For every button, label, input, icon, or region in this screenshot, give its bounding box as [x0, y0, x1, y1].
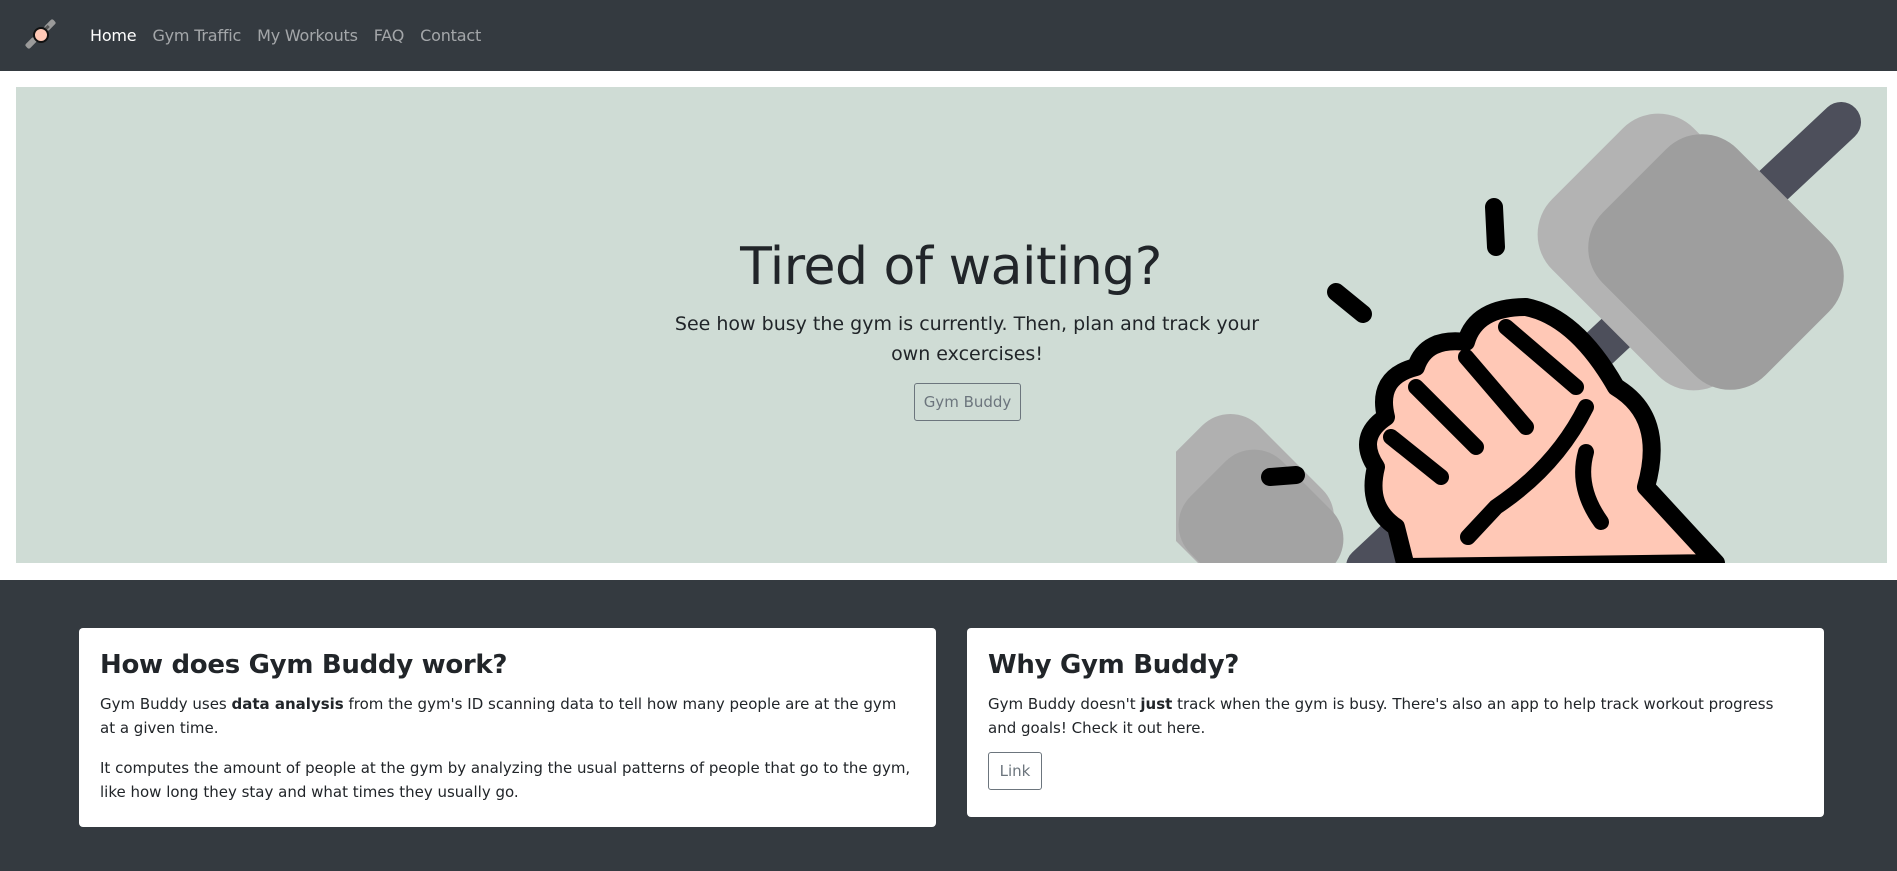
hero-lead: See how busy the gym is currently. Then,… [674, 313, 1260, 365]
how-it-works-card: How does Gym Buddy work? Gym Buddy uses … [79, 628, 936, 827]
why-p1-text-a: Gym Buddy doesn't [988, 695, 1141, 713]
gym-fist-dumbbell-logo-icon [25, 19, 56, 49]
fist-holding-dumbbell-icon [1176, 102, 1861, 563]
hero-band: Tired of waiting? See how busy the gym i… [0, 71, 1897, 580]
how-card-paragraph-2: It computes the amount of people at the … [100, 759, 911, 801]
hero-title: Tired of waiting? [740, 237, 1162, 297]
how-p1-bold: data analysis [231, 695, 344, 713]
how-p1-text-a: Gym Buddy uses [100, 695, 232, 713]
link-button[interactable]: Link [988, 752, 1042, 790]
why-card-title: Why Gym Buddy? [988, 650, 1240, 680]
how-card-paragraph-1: Gym Buddy uses data analysis from the gy… [100, 692, 916, 740]
why-p1-bold: just [1140, 695, 1173, 713]
nav-home[interactable]: Home [90, 26, 137, 45]
hero-jumbotron: Tired of waiting? See how busy the gym i… [16, 87, 1887, 563]
nav-faq[interactable]: FAQ [374, 26, 405, 45]
why-card-paragraph: Gym Buddy doesn't just track when the gy… [988, 692, 1804, 740]
nav-my-workouts[interactable]: My Workouts [257, 26, 358, 45]
nav-links: Home Gym Traffic My Workouts FAQ Contact [90, 0, 497, 71]
gym-buddy-button[interactable]: Gym Buddy [914, 383, 1021, 421]
why-gym-buddy-card: Why Gym Buddy? Gym Buddy doesn't just tr… [967, 628, 1824, 817]
nav-contact[interactable]: Contact [420, 26, 481, 45]
navbar: Home Gym Traffic My Workouts FAQ Contact [0, 0, 1897, 71]
brand-logo[interactable] [25, 17, 59, 51]
how-card-title: How does Gym Buddy work? [100, 650, 508, 680]
nav-gym-traffic[interactable]: Gym Traffic [152, 26, 241, 45]
